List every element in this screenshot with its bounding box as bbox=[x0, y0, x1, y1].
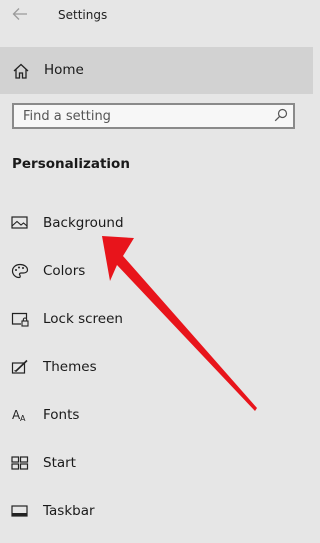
nav-label-background: Background bbox=[43, 215, 124, 231]
title-bar: Settings bbox=[0, 0, 313, 30]
nav-item-background[interactable]: Background bbox=[0, 203, 313, 243]
palette-icon bbox=[11, 263, 29, 279]
nav-label-fonts: Fonts bbox=[43, 407, 80, 423]
search-icon[interactable] bbox=[274, 108, 288, 122]
nav-item-start[interactable]: Start bbox=[0, 443, 313, 483]
taskbar-icon bbox=[11, 505, 28, 517]
back-arrow-icon bbox=[12, 8, 27, 20]
nav-item-themes[interactable]: Themes bbox=[0, 347, 313, 387]
svg-text:A: A bbox=[20, 414, 26, 423]
home-label: Home bbox=[44, 62, 84, 78]
fonts-icon: A A bbox=[12, 408, 26, 423]
nav-label-lock-screen: Lock screen bbox=[43, 311, 123, 327]
nav-label-taskbar: Taskbar bbox=[43, 503, 95, 519]
themes-icon bbox=[11, 359, 28, 374]
nav-label-themes: Themes bbox=[43, 359, 97, 375]
back-button[interactable] bbox=[8, 4, 32, 24]
nav-item-taskbar[interactable]: Taskbar bbox=[0, 491, 313, 531]
nav-item-lock-screen[interactable]: Lock screen bbox=[0, 299, 313, 339]
nav-item-colors[interactable]: Colors bbox=[0, 251, 313, 291]
nav-label-colors: Colors bbox=[43, 263, 86, 279]
lock-screen-icon bbox=[11, 312, 29, 327]
start-icon bbox=[11, 456, 29, 470]
search-input[interactable] bbox=[23, 108, 263, 124]
search-box[interactable] bbox=[12, 103, 295, 129]
nav-label-start: Start bbox=[43, 455, 76, 471]
home-nav-item[interactable]: Home bbox=[0, 47, 313, 94]
nav-item-fonts[interactable]: A A Fonts bbox=[0, 395, 313, 435]
section-title: Personalization bbox=[12, 156, 130, 172]
home-icon bbox=[13, 63, 29, 79]
window-title: Settings bbox=[58, 8, 108, 22]
picture-icon bbox=[11, 216, 28, 229]
